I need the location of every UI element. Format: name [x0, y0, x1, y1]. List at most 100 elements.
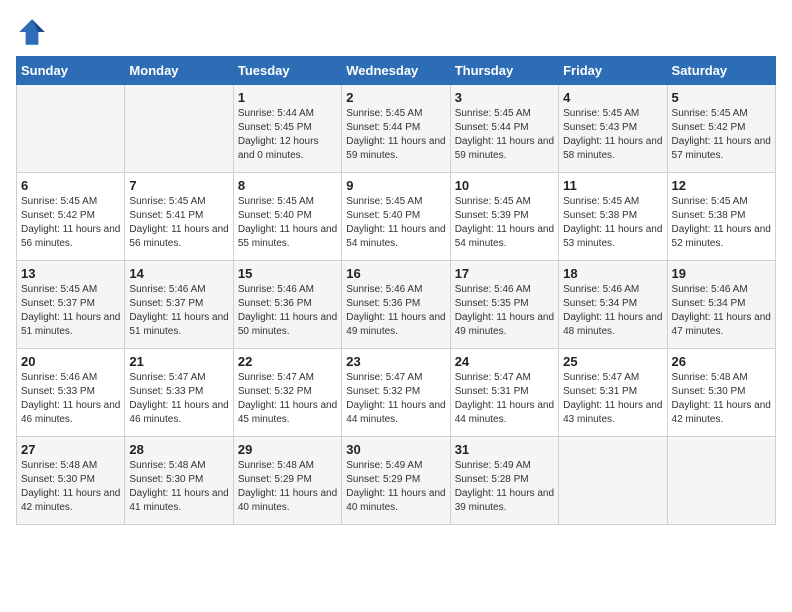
day-number: 21	[129, 354, 228, 369]
day-number: 26	[672, 354, 771, 369]
day-info: Sunrise: 5:49 AM Sunset: 5:28 PM Dayligh…	[455, 459, 554, 515]
day-info: Sunrise: 5:44 AM Sunset: 5:45 PM Dayligh…	[238, 107, 337, 163]
calendar-cell: 30 Sunrise: 5:49 AM Sunset: 5:29 PM Dayli…	[342, 437, 450, 525]
calendar-cell: 29 Sunrise: 5:48 AM Sunset: 5:29 PM Dayli…	[233, 437, 341, 525]
day-number: 25	[563, 354, 662, 369]
day-number: 6	[21, 178, 120, 193]
day-number: 3	[455, 90, 554, 105]
header-sunday: Sunday	[17, 57, 125, 85]
day-number: 27	[21, 442, 120, 457]
day-info: Sunrise: 5:47 AM Sunset: 5:31 PM Dayligh…	[563, 371, 662, 427]
calendar-cell: 16 Sunrise: 5:46 AM Sunset: 5:36 PM Dayli…	[342, 261, 450, 349]
day-info: Sunrise: 5:47 AM Sunset: 5:31 PM Dayligh…	[455, 371, 554, 427]
calendar-cell: 9 Sunrise: 5:45 AM Sunset: 5:40 PM Daylig…	[342, 173, 450, 261]
day-info: Sunrise: 5:48 AM Sunset: 5:30 PM Dayligh…	[129, 459, 228, 515]
day-number: 17	[455, 266, 554, 281]
calendar-cell: 5 Sunrise: 5:45 AM Sunset: 5:42 PM Daylig…	[667, 85, 775, 173]
header-thursday: Thursday	[450, 57, 558, 85]
calendar-cell: 31 Sunrise: 5:49 AM Sunset: 5:28 PM Dayli…	[450, 437, 558, 525]
day-info: Sunrise: 5:45 AM Sunset: 5:42 PM Dayligh…	[672, 107, 771, 163]
calendar-cell: 28 Sunrise: 5:48 AM Sunset: 5:30 PM Dayli…	[125, 437, 233, 525]
calendar-cell: 10 Sunrise: 5:45 AM Sunset: 5:39 PM Dayli…	[450, 173, 558, 261]
calendar-cell: 25 Sunrise: 5:47 AM Sunset: 5:31 PM Dayli…	[559, 349, 667, 437]
day-info: Sunrise: 5:45 AM Sunset: 5:40 PM Dayligh…	[346, 195, 445, 251]
page-header	[16, 16, 776, 48]
calendar-cell	[667, 437, 775, 525]
day-info: Sunrise: 5:46 AM Sunset: 5:36 PM Dayligh…	[238, 283, 337, 339]
header-monday: Monday	[125, 57, 233, 85]
calendar-cell: 11 Sunrise: 5:45 AM Sunset: 5:38 PM Dayli…	[559, 173, 667, 261]
calendar-cell: 8 Sunrise: 5:45 AM Sunset: 5:40 PM Daylig…	[233, 173, 341, 261]
day-number: 18	[563, 266, 662, 281]
day-info: Sunrise: 5:47 AM Sunset: 5:32 PM Dayligh…	[346, 371, 445, 427]
day-number: 8	[238, 178, 337, 193]
day-number: 16	[346, 266, 445, 281]
day-info: Sunrise: 5:45 AM Sunset: 5:40 PM Dayligh…	[238, 195, 337, 251]
day-number: 28	[129, 442, 228, 457]
calendar-cell: 7 Sunrise: 5:45 AM Sunset: 5:41 PM Daylig…	[125, 173, 233, 261]
day-number: 22	[238, 354, 337, 369]
week-row-3: 13Sunrise: 5:45 AM Sunset: 5:37 PM Dayli…	[17, 261, 776, 349]
day-info: Sunrise: 5:48 AM Sunset: 5:30 PM Dayligh…	[21, 459, 120, 515]
logo-icon	[16, 16, 48, 48]
day-number: 30	[346, 442, 445, 457]
week-row-1: 1 Sunrise: 5:44 AM Sunset: 5:45 PM Daylig…	[17, 85, 776, 173]
header-row: SundayMondayTuesdayWednesdayThursdayFrid…	[17, 57, 776, 85]
day-info: Sunrise: 5:47 AM Sunset: 5:32 PM Dayligh…	[238, 371, 337, 427]
day-number: 15	[238, 266, 337, 281]
header-wednesday: Wednesday	[342, 57, 450, 85]
calendar-body: 1 Sunrise: 5:44 AM Sunset: 5:45 PM Daylig…	[17, 85, 776, 525]
day-number: 24	[455, 354, 554, 369]
header-saturday: Saturday	[667, 57, 775, 85]
header-friday: Friday	[559, 57, 667, 85]
day-info: Sunrise: 5:48 AM Sunset: 5:29 PM Dayligh…	[238, 459, 337, 515]
day-number: 11	[563, 178, 662, 193]
day-info: Sunrise: 5:46 AM Sunset: 5:36 PM Dayligh…	[346, 283, 445, 339]
day-number: 23	[346, 354, 445, 369]
week-row-4: 20Sunrise: 5:46 AM Sunset: 5:33 PM Dayli…	[17, 349, 776, 437]
day-number: 1	[238, 90, 337, 105]
day-info: Sunrise: 5:46 AM Sunset: 5:33 PM Dayligh…	[21, 371, 120, 427]
day-info: Sunrise: 5:45 AM Sunset: 5:38 PM Dayligh…	[672, 195, 771, 251]
calendar-cell	[559, 437, 667, 525]
calendar-cell: 20Sunrise: 5:46 AM Sunset: 5:33 PM Dayli…	[17, 349, 125, 437]
calendar-cell: 13Sunrise: 5:45 AM Sunset: 5:37 PM Dayli…	[17, 261, 125, 349]
calendar-cell	[125, 85, 233, 173]
calendar-cell: 4Sunrise: 5:45 AM Sunset: 5:43 PM Daylig…	[559, 85, 667, 173]
calendar-cell: 22 Sunrise: 5:47 AM Sunset: 5:32 PM Dayli…	[233, 349, 341, 437]
day-info: Sunrise: 5:46 AM Sunset: 5:34 PM Dayligh…	[563, 283, 662, 339]
day-info: Sunrise: 5:45 AM Sunset: 5:41 PM Dayligh…	[129, 195, 228, 251]
calendar-cell: 3 Sunrise: 5:45 AM Sunset: 5:44 PM Daylig…	[450, 85, 558, 173]
day-number: 12	[672, 178, 771, 193]
day-info: Sunrise: 5:45 AM Sunset: 5:37 PM Dayligh…	[21, 283, 120, 339]
day-number: 10	[455, 178, 554, 193]
calendar-cell: 26Sunrise: 5:48 AM Sunset: 5:30 PM Dayli…	[667, 349, 775, 437]
calendar-cell: 17 Sunrise: 5:46 AM Sunset: 5:35 PM Dayli…	[450, 261, 558, 349]
day-number: 9	[346, 178, 445, 193]
day-number: 29	[238, 442, 337, 457]
calendar-cell: 21 Sunrise: 5:47 AM Sunset: 5:33 PM Dayli…	[125, 349, 233, 437]
day-info: Sunrise: 5:45 AM Sunset: 5:44 PM Dayligh…	[455, 107, 554, 163]
day-number: 7	[129, 178, 228, 193]
calendar-cell	[17, 85, 125, 173]
day-number: 5	[672, 90, 771, 105]
calendar-cell: 2 Sunrise: 5:45 AM Sunset: 5:44 PM Daylig…	[342, 85, 450, 173]
day-info: Sunrise: 5:45 AM Sunset: 5:38 PM Dayligh…	[563, 195, 662, 251]
day-info: Sunrise: 5:46 AM Sunset: 5:35 PM Dayligh…	[455, 283, 554, 339]
day-info: Sunrise: 5:45 AM Sunset: 5:39 PM Dayligh…	[455, 195, 554, 251]
calendar-cell: 24 Sunrise: 5:47 AM Sunset: 5:31 PM Dayli…	[450, 349, 558, 437]
calendar-cell: 14Sunrise: 5:46 AM Sunset: 5:37 PM Dayli…	[125, 261, 233, 349]
day-info: Sunrise: 5:45 AM Sunset: 5:43 PM Dayligh…	[563, 107, 662, 163]
day-number: 2	[346, 90, 445, 105]
day-info: Sunrise: 5:45 AM Sunset: 5:42 PM Dayligh…	[21, 195, 120, 251]
calendar-cell: 6 Sunrise: 5:45 AM Sunset: 5:42 PM Daylig…	[17, 173, 125, 261]
calendar-cell: 12 Sunrise: 5:45 AM Sunset: 5:38 PM Dayli…	[667, 173, 775, 261]
day-info: Sunrise: 5:49 AM Sunset: 5:29 PM Dayligh…	[346, 459, 445, 515]
day-number: 19	[672, 266, 771, 281]
day-number: 31	[455, 442, 554, 457]
calendar-cell: 18 Sunrise: 5:46 AM Sunset: 5:34 PM Dayli…	[559, 261, 667, 349]
day-info: Sunrise: 5:45 AM Sunset: 5:44 PM Dayligh…	[346, 107, 445, 163]
calendar-table: SundayMondayTuesdayWednesdayThursdayFrid…	[16, 56, 776, 525]
day-info: Sunrise: 5:47 AM Sunset: 5:33 PM Dayligh…	[129, 371, 228, 427]
calendar-cell: 23 Sunrise: 5:47 AM Sunset: 5:32 PM Dayli…	[342, 349, 450, 437]
